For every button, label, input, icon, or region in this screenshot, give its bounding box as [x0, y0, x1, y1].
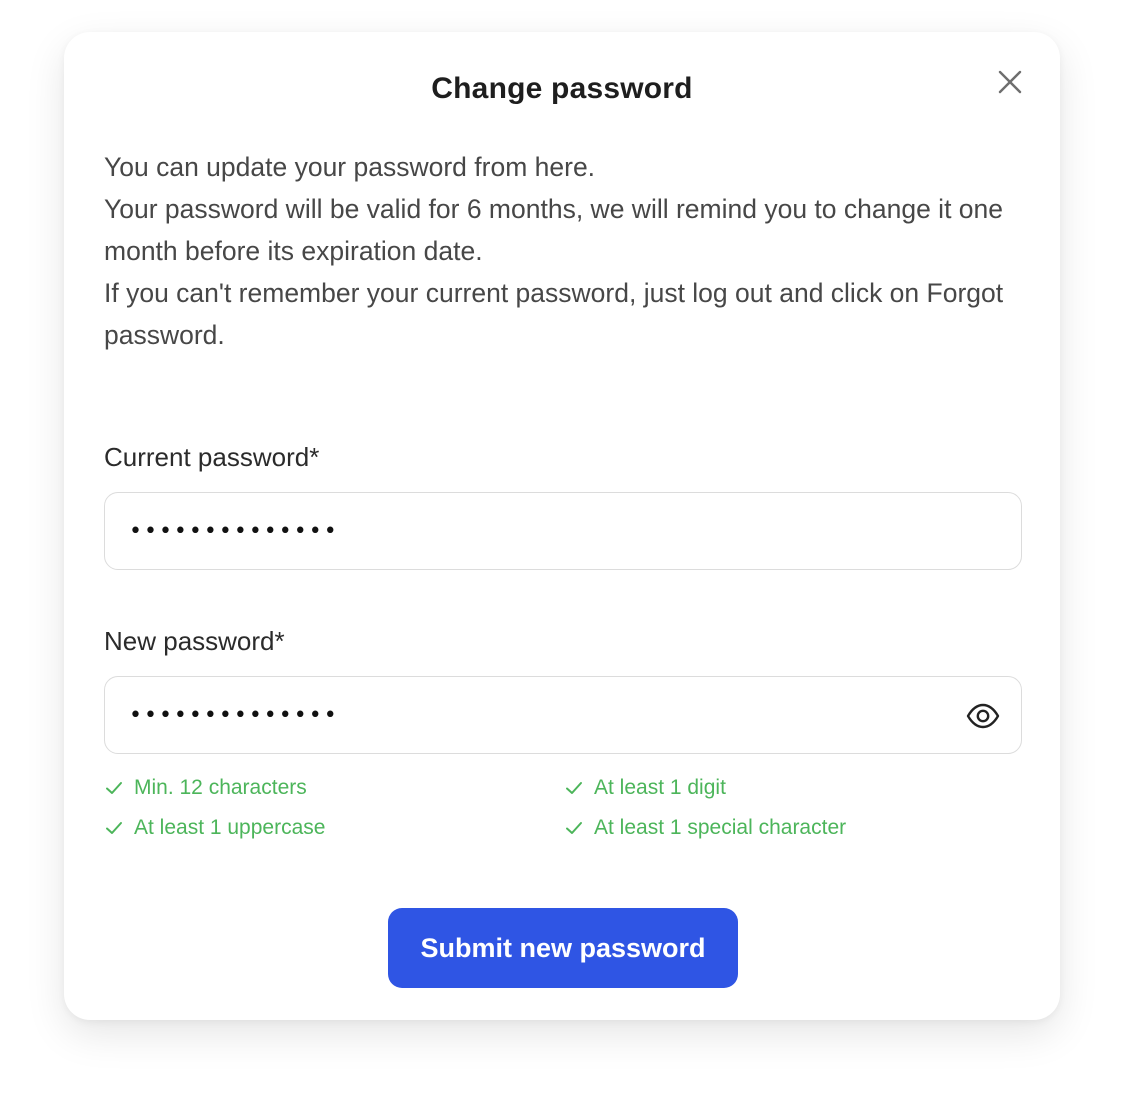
password-rule-text: At least 1 special character: [594, 816, 847, 839]
password-rule: At least 1 special character: [564, 816, 846, 840]
description-line: If you can't remember your current passw…: [104, 278, 1004, 350]
password-rule: At least 1 digit: [564, 776, 726, 800]
eye-icon[interactable]: [965, 698, 1001, 734]
toggle-visibility-button[interactable]: [965, 698, 1001, 734]
password-rule-text: Min. 12 characters: [134, 776, 307, 799]
check-icon: [566, 822, 582, 834]
current-password-input[interactable]: [129, 493, 949, 569]
new-password-label: New password*: [104, 626, 285, 656]
check-icon: [106, 782, 122, 794]
current-password-field-box[interactable]: [104, 492, 1022, 570]
password-rule: Min. 12 characters: [104, 776, 307, 800]
password-rule: At least 1 uppercase: [104, 816, 325, 840]
password-rule-text: At least 1 digit: [594, 776, 726, 799]
modal-title: Change password: [431, 72, 693, 105]
password-rule-text: At least 1 uppercase: [134, 816, 326, 839]
close-icon[interactable]: [994, 66, 1026, 98]
description-line: Your password will be valid for 6 months…: [104, 194, 1004, 266]
new-password-field-box[interactable]: [104, 676, 1022, 754]
close-button[interactable]: [994, 66, 1026, 98]
check-icon: [566, 782, 582, 794]
new-password-input[interactable]: [129, 677, 949, 753]
description-line: You can update your password from here.: [104, 152, 596, 182]
current-password-label: Current password*: [104, 442, 320, 472]
submit-new-password-button[interactable]: Submit new password: [388, 908, 738, 988]
check-icon: [106, 822, 122, 834]
modal-description: You can update your password from here. …: [104, 146, 1024, 356]
change-password-modal: Change password You can update your pass…: [64, 32, 1060, 1020]
